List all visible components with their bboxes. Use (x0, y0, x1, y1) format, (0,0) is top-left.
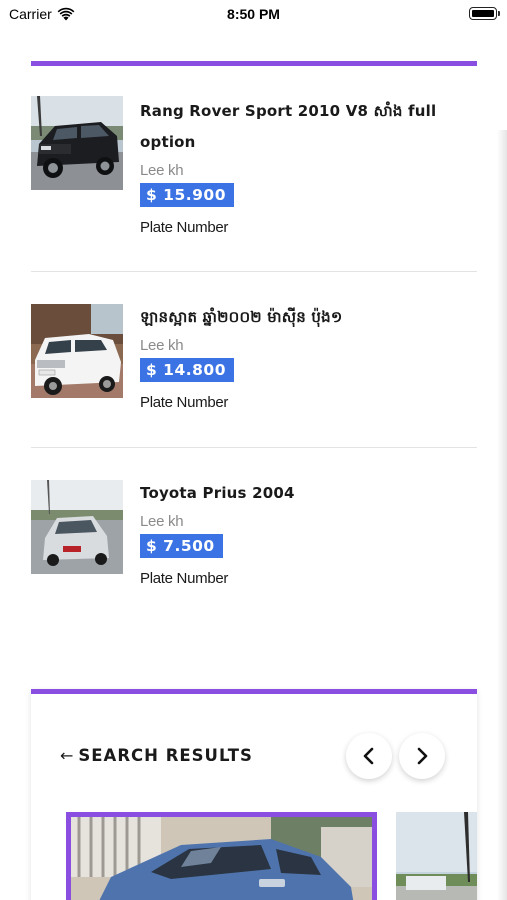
listing-price: $ 15.900 (140, 183, 234, 207)
search-results-label: SEARCH RESULTS (78, 746, 253, 765)
carousel-next-button[interactable] (399, 733, 445, 779)
listing-info: ឡានស្អាត ឆ្នាំ២០០២ ម៉ាស៊ីន ប៉ុង១ Lee kh … (140, 302, 477, 411)
listing-price: $ 7.500 (140, 534, 223, 558)
white-suv-photo (31, 304, 123, 398)
result-card-selected[interactable] (66, 812, 377, 900)
listing-item[interactable]: ឡានស្អាត ឆ្នាំ២០០២ ម៉ាស៊ីន ប៉ុង១ Lee kh … (31, 272, 477, 448)
listing-item[interactable]: Toyota Prius 2004 Lee kh $ 7.500 Plate N… (31, 448, 477, 624)
black-suv-photo (31, 96, 123, 190)
status-time: 8:50 PM (227, 6, 280, 22)
listing-title[interactable]: Rang Rover Sport 2010 V8 សាំង full optio… (140, 96, 477, 158)
search-results-back-link[interactable]: ← SEARCH RESULTS (60, 746, 253, 765)
carousel-prev-button[interactable] (346, 733, 392, 779)
listing-seller: Lee kh (140, 337, 184, 354)
chevron-left-icon (363, 747, 374, 765)
status-bar: Carrier 8:50 PM (0, 0, 507, 30)
search-results-panel: ← SEARCH RESULTS (31, 689, 477, 900)
listing-thumbnail[interactable] (31, 304, 123, 398)
listing-plate-number: Plate Number (140, 394, 229, 411)
listing-plate-number: Plate Number (140, 219, 229, 236)
listing-seller: Lee kh (140, 513, 184, 530)
listing-item[interactable]: Rang Rover Sport 2010 V8 សាំង full optio… (31, 96, 477, 272)
listing-plate-number: Plate Number (140, 570, 229, 587)
battery-icon (469, 7, 500, 20)
scroll-edge-shadow (497, 130, 507, 900)
silver-sedan-photo (31, 480, 123, 574)
chevron-right-icon (417, 747, 428, 765)
result-card[interactable] (396, 812, 477, 900)
listing-title[interactable]: Toyota Prius 2004 (140, 478, 477, 509)
listing-title[interactable]: ឡានស្អាត ឆ្នាំ២០០២ ម៉ាស៊ីន ប៉ុង១ (140, 302, 477, 333)
section-divider (31, 61, 477, 66)
arrow-left-icon: ← (60, 746, 75, 765)
blue-prius-photo (71, 817, 372, 900)
listing-info: Rang Rover Sport 2010 V8 សាំង full optio… (140, 96, 477, 236)
listing-info: Toyota Prius 2004 Lee kh $ 7.500 Plate N… (140, 478, 477, 587)
listing-thumbnail[interactable] (31, 96, 123, 190)
listing-thumbnail[interactable] (31, 480, 123, 574)
listing-price: $ 14.800 (140, 358, 234, 382)
car-lot-photo (396, 812, 477, 900)
listing-seller: Lee kh (140, 162, 184, 179)
